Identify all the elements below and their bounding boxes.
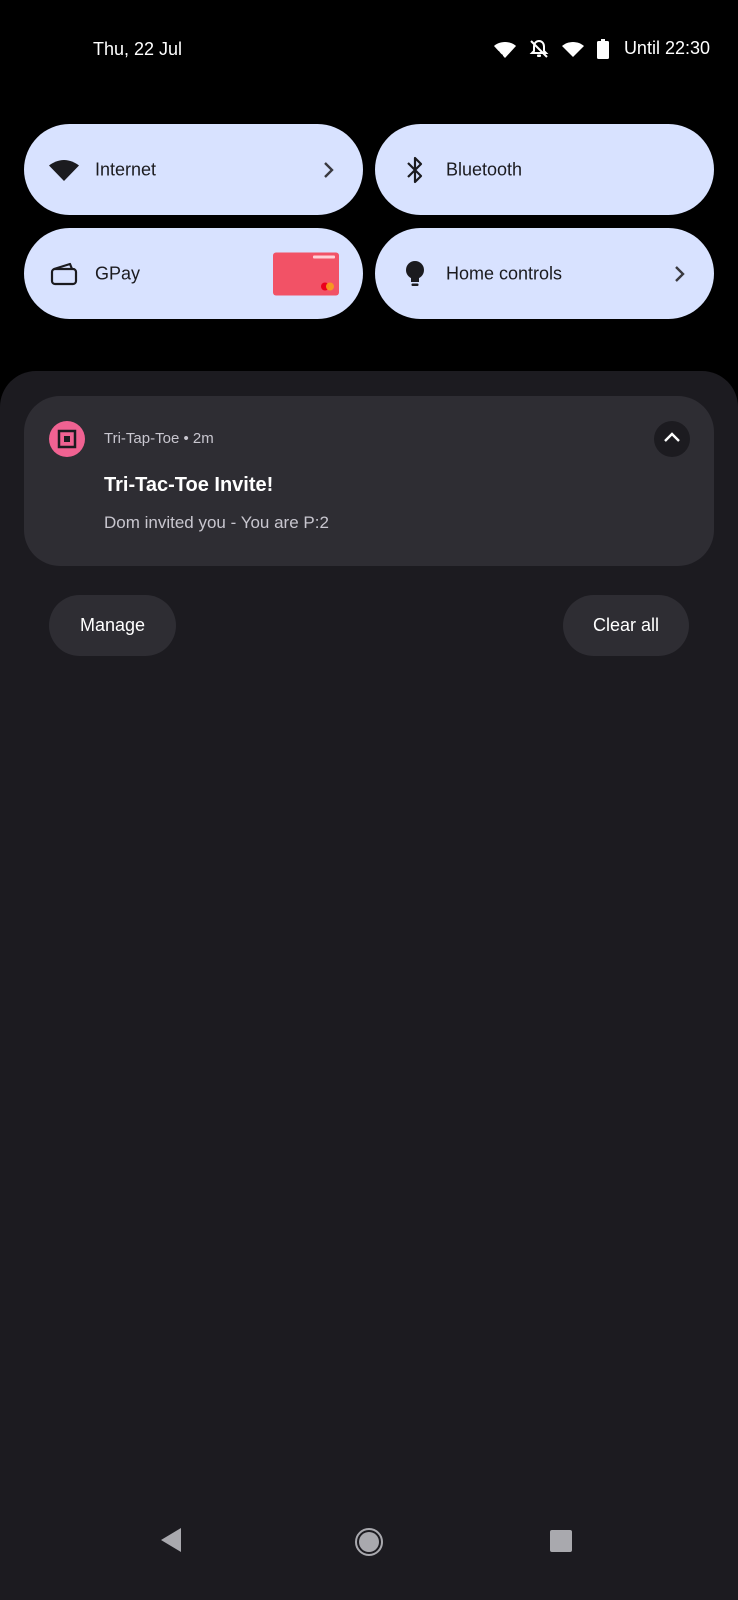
notification-text: Dom invited you - You are P:2 bbox=[104, 513, 329, 532]
navigation-bar bbox=[0, 1510, 738, 1600]
app-icon bbox=[49, 421, 85, 457]
notification-card[interactable]: Tri-Tap-Toe • 2m Tri-Tac-Toe Invite! Dom… bbox=[24, 396, 714, 566]
tile-label: Bluetooth bbox=[446, 159, 523, 179]
battery-until-text: Until 22:30 bbox=[623, 38, 710, 58]
notifications-off-icon bbox=[529, 39, 549, 59]
status-date: Thu, 22 Jul bbox=[93, 39, 183, 59]
chevron-right-icon bbox=[670, 264, 690, 284]
lightbulb-icon bbox=[399, 258, 431, 290]
tile-label: GPay bbox=[95, 263, 141, 283]
bluetooth-icon bbox=[399, 154, 431, 186]
battery-icon bbox=[596, 38, 609, 59]
chevron-up-icon bbox=[663, 430, 681, 448]
notification-title: Tri-Tac-Toe Invite! bbox=[104, 474, 274, 496]
clear-all-button[interactable]: Clear all bbox=[563, 595, 689, 656]
wifi-icon bbox=[561, 40, 584, 58]
recents-button[interactable] bbox=[550, 1530, 572, 1552]
notification-shade-screen: Thu, 22 Jul Until 22:30 Internet Bluetoo… bbox=[0, 0, 738, 1600]
tile-bluetooth[interactable]: Bluetooth bbox=[375, 124, 714, 215]
wifi-calling-icon bbox=[493, 39, 516, 59]
tile-gpay[interactable]: GPay bbox=[24, 228, 363, 319]
tile-label: Home controls bbox=[446, 263, 563, 283]
home-button[interactable] bbox=[354, 1527, 384, 1562]
mastercard-icon bbox=[321, 282, 334, 290]
status-icons: Until 22:30 bbox=[493, 38, 710, 59]
wifi-icon bbox=[48, 154, 80, 186]
tile-internet[interactable]: Internet bbox=[24, 124, 363, 215]
wallet-icon bbox=[48, 258, 80, 290]
notification-app-meta: Tri-Tap-Toe • 2m bbox=[104, 430, 214, 447]
tile-home-controls[interactable]: Home controls bbox=[375, 228, 714, 319]
chevron-right-icon bbox=[319, 160, 339, 180]
manage-button[interactable]: Manage bbox=[49, 595, 176, 656]
tile-label: Internet bbox=[95, 159, 157, 179]
payment-card-image bbox=[273, 252, 339, 295]
collapse-button[interactable] bbox=[654, 421, 690, 457]
back-button[interactable] bbox=[159, 1527, 183, 1558]
notification-panel: Tri-Tap-Toe • 2m Tri-Tac-Toe Invite! Dom… bbox=[0, 371, 738, 1600]
status-bar: Thu, 22 Jul Until 22:30 bbox=[0, 0, 738, 100]
